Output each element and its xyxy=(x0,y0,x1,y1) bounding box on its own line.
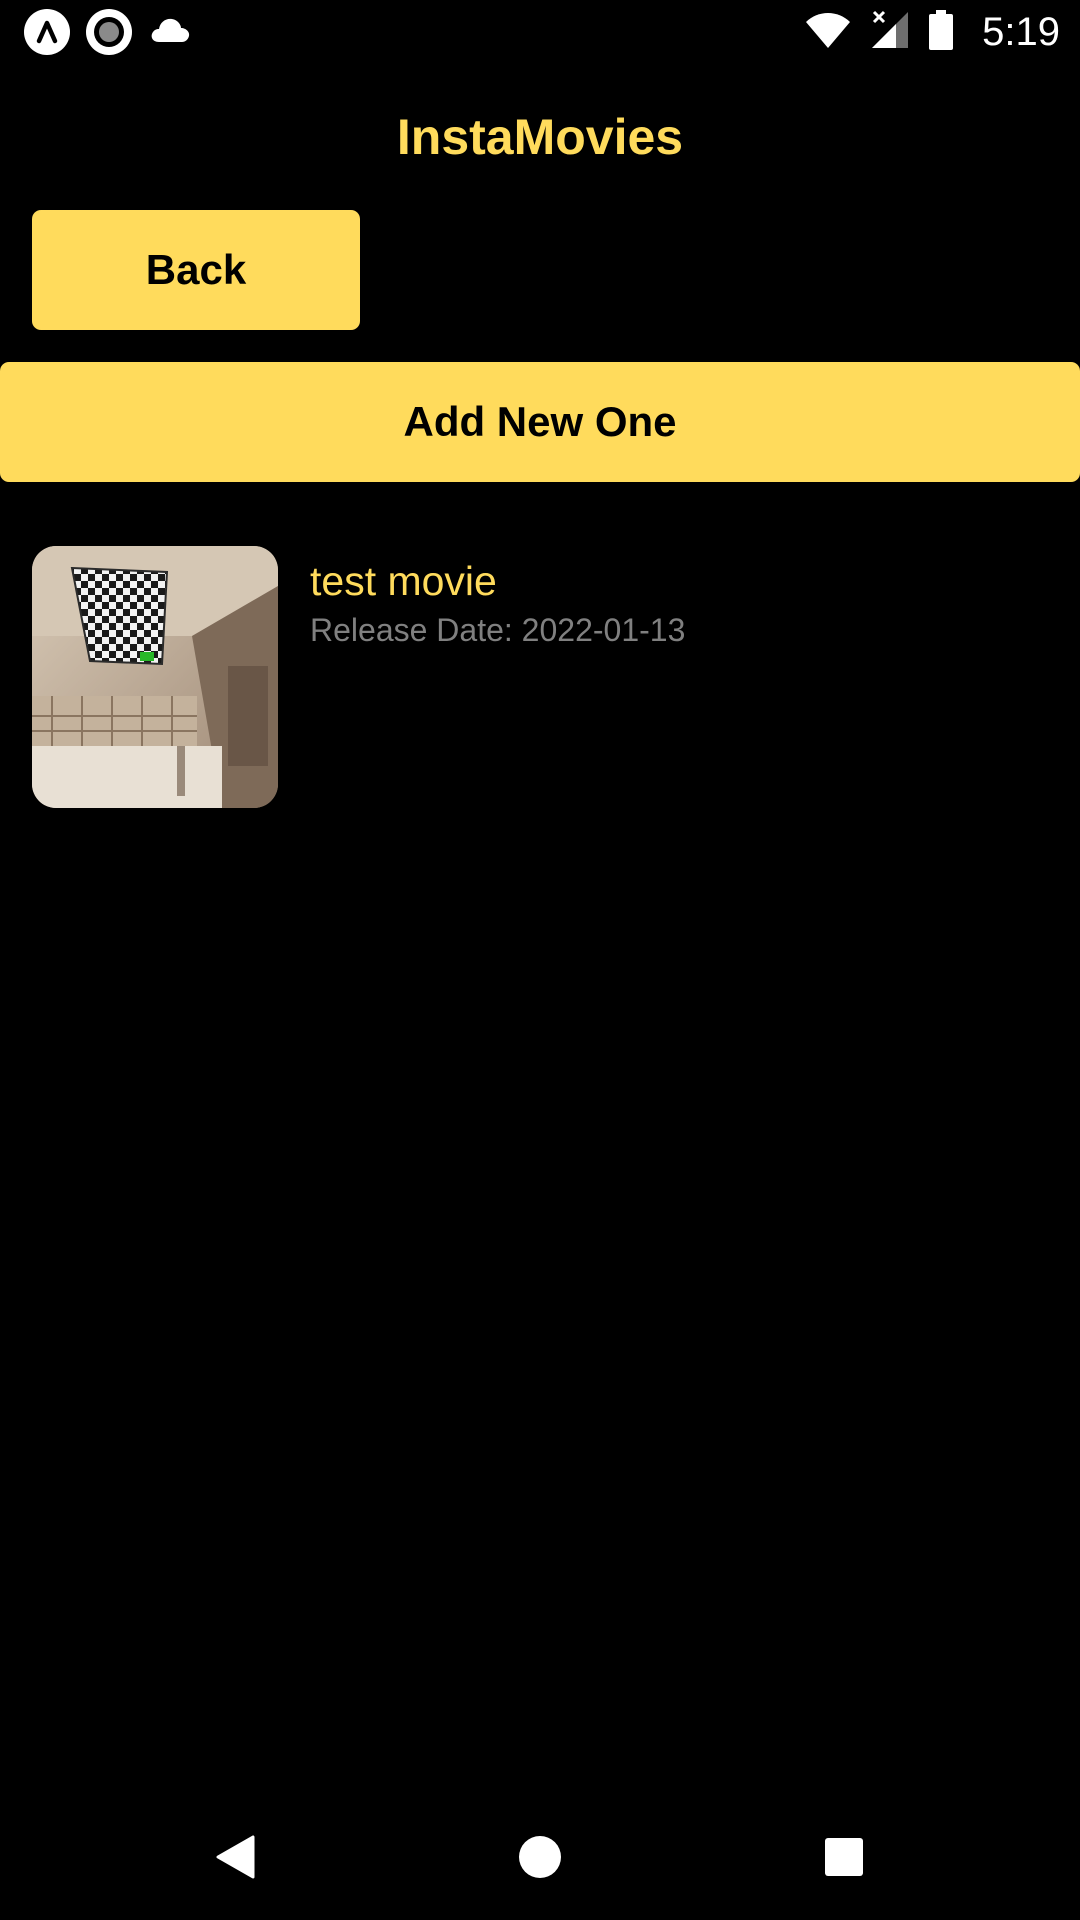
app-title: InstaMovies xyxy=(396,109,684,165)
movie-thumbnail xyxy=(32,546,278,808)
signal-icon xyxy=(870,10,910,55)
battery-icon xyxy=(928,9,954,55)
record-icon xyxy=(86,8,132,55)
back-button[interactable]: Back xyxy=(32,210,360,330)
back-nav-icon[interactable] xyxy=(170,1794,300,1920)
recents-nav-icon[interactable] xyxy=(779,1794,909,1920)
movie-list-item[interactable]: test movie Release Date: 2022-01-13 xyxy=(32,546,1048,808)
movie-release-date: Release Date: 2022-01-13 xyxy=(310,612,686,648)
movie-title: test movie xyxy=(310,558,497,604)
cloud-icon xyxy=(148,14,192,49)
app-launcher-icon xyxy=(24,8,70,55)
status-time: 5:19 xyxy=(982,9,1060,54)
status-bar-notifications xyxy=(24,8,192,55)
add-new-button[interactable]: Add New One xyxy=(0,362,1080,482)
status-bar: 5:19 xyxy=(0,0,1080,63)
navigation-bar xyxy=(0,1794,1080,1920)
status-bar-system: 5:19 xyxy=(804,8,1060,56)
home-nav-icon[interactable] xyxy=(475,1794,605,1920)
wifi-icon xyxy=(804,10,852,55)
